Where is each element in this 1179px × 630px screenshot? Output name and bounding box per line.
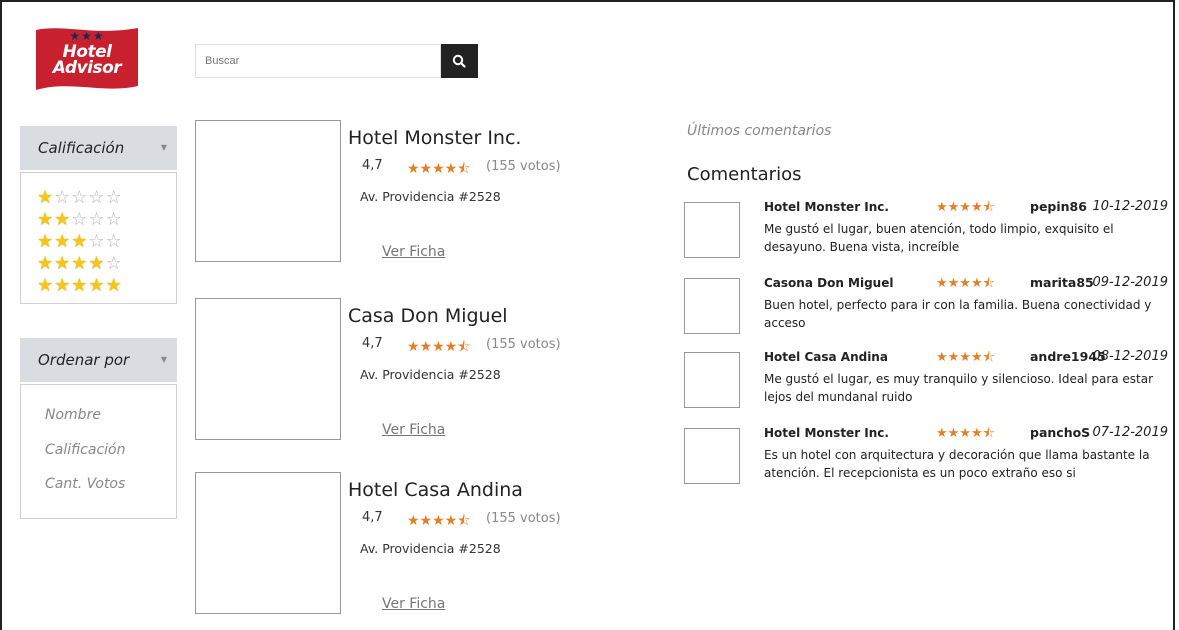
hotel-rating-stars: ★★★★⯪ (407, 339, 471, 355)
star-empty-icon: ☆ (88, 231, 105, 252)
hotel-address: Av. Providencia #2528 (360, 541, 501, 556)
hotel-name[interactable]: Hotel Monster Inc. (348, 127, 521, 149)
star-empty-icon: ☆ (88, 209, 105, 230)
hotel-image (195, 472, 341, 614)
hotel-name[interactable]: Casa Don Miguel (348, 305, 508, 327)
ver-ficha-link[interactable]: Ver Ficha (382, 596, 445, 612)
brand-line2: Advisor (52, 58, 122, 78)
star-empty-icon: ☆ (71, 209, 88, 230)
sort-filter-options: Nombre Calificación Cant. Votos (20, 384, 177, 519)
star-filled-icon: ★ (37, 253, 54, 274)
star-filled-icon: ★ (37, 187, 54, 208)
star-filled-icon: ★ (54, 231, 71, 252)
hotel-rating-stars: ★★★★⯪ (407, 513, 471, 529)
hotel-image (195, 120, 341, 262)
comment-avatar (684, 202, 740, 258)
search-input[interactable] (195, 44, 441, 78)
star-filled-icon: ★ (71, 231, 88, 252)
rating-filter-header[interactable]: Calificación ▼ (20, 126, 177, 170)
comment-date: 08-12-2019 (1092, 349, 1168, 364)
comment-stars: ★★★★⯪ (936, 350, 995, 365)
hotel-rating-value: 4,7 (362, 510, 383, 525)
star-filled-icon: ★ (71, 253, 88, 274)
brand-logo[interactable]: ★★★ Hotel Advisor (34, 24, 140, 94)
rating-filter-title: Calificación (38, 139, 125, 157)
comment-avatar (684, 278, 740, 334)
comment-stars: ★★★★⯪ (936, 426, 995, 441)
hotel-name[interactable]: Hotel Casa Andina (348, 479, 523, 501)
ver-ficha-link[interactable]: Ver Ficha (382, 422, 445, 438)
star-empty-icon: ☆ (105, 209, 122, 230)
rating-option-2[interactable]: ★★☆☆☆ (37, 209, 123, 230)
star-filled-icon: ★ (54, 209, 71, 230)
sort-filter-header[interactable]: Ordenar por ▼ (20, 338, 177, 382)
hotel-rating-value: 4,7 (362, 336, 383, 351)
comment-avatar (684, 352, 740, 408)
star-filled-icon: ★ (37, 231, 54, 252)
comment-text: Me gustó el lugar, buen atención, todo l… (764, 222, 1114, 254)
star-empty-icon: ☆ (105, 231, 122, 252)
comment-user[interactable]: marita85 (1030, 275, 1094, 290)
sort-option-nombre[interactable]: Nombre (45, 407, 101, 423)
comment-avatar (684, 428, 740, 484)
comment-date: 10-12-2019 (1092, 199, 1168, 214)
comment-stars: ★★★★⯪ (936, 276, 995, 291)
comment-hotel[interactable]: Hotel Casa Andina (764, 350, 888, 364)
comment-user[interactable]: panchoS (1030, 425, 1090, 440)
comments-title: Comentarios (687, 164, 802, 185)
rating-option-3[interactable]: ★★★☆☆ (37, 231, 123, 252)
sort-filter-title: Ordenar por (38, 351, 130, 369)
hotel-votes: (155 votos) (486, 159, 561, 174)
star-filled-icon: ★ (88, 275, 105, 296)
star-filled-icon: ★ (54, 275, 71, 296)
comment-hotel[interactable]: Casona Don Miguel (764, 276, 893, 290)
hotel-rating-stars: ★★★★⯪ (407, 161, 471, 177)
rating-option-4[interactable]: ★★★★☆ (37, 253, 123, 274)
star-filled-icon: ★ (105, 275, 122, 296)
logo-stars: ★★★ (69, 29, 105, 43)
star-filled-icon: ★ (54, 253, 71, 274)
star-empty-icon: ☆ (71, 187, 88, 208)
star-filled-icon: ★ (71, 275, 88, 296)
hotel-votes: (155 votos) (486, 337, 561, 352)
hotel-address: Av. Providencia #2528 (360, 367, 501, 382)
comment-stars: ★★★★⯪ (936, 200, 995, 215)
sort-option-cant-votos[interactable]: Cant. Votos (45, 476, 125, 492)
star-filled-icon: ★ (88, 253, 105, 274)
ver-ficha-link[interactable]: Ver Ficha (382, 244, 445, 260)
hotel-rating-value: 4,7 (362, 158, 383, 173)
comment-text: Buen hotel, perfecto para ir con la fami… (764, 298, 1152, 330)
chevron-down-icon: ▼ (160, 143, 167, 152)
rating-filter-options: ★☆☆☆☆ ★★☆☆☆ ★★★☆☆ ★★★★☆ ★★★★★ (20, 172, 177, 304)
star-empty-icon: ☆ (105, 253, 122, 274)
rating-option-1[interactable]: ★☆☆☆☆ (37, 187, 123, 208)
star-filled-icon: ★ (37, 209, 54, 230)
star-empty-icon: ☆ (105, 187, 122, 208)
chevron-down-icon: ▼ (160, 355, 167, 364)
star-filled-icon: ★ (37, 275, 54, 296)
comment-date: 07-12-2019 (1092, 425, 1168, 440)
hotel-votes: (155 votos) (486, 511, 561, 526)
hotel-image (195, 298, 341, 440)
star-empty-icon: ☆ (54, 187, 71, 208)
comment-user[interactable]: pepin86 (1030, 199, 1087, 214)
star-empty-icon: ☆ (88, 187, 105, 208)
comment-text: Es un hotel con arquitectura y decoració… (764, 448, 1150, 480)
search-icon (452, 54, 466, 68)
comment-date: 09-12-2019 (1092, 275, 1168, 290)
sort-option-calificacion[interactable]: Calificación (45, 442, 125, 458)
comment-hotel[interactable]: Hotel Monster Inc. (764, 426, 889, 440)
rating-option-5[interactable]: ★★★★★ (37, 275, 123, 296)
comment-text: Me gustó el lugar, es muy tranquilo y si… (764, 372, 1154, 404)
comments-subtitle: Últimos comentarios (687, 123, 832, 139)
comment-hotel[interactable]: Hotel Monster Inc. (764, 200, 889, 214)
search-button[interactable] (441, 44, 478, 78)
hotel-address: Av. Providencia #2528 (360, 189, 501, 204)
